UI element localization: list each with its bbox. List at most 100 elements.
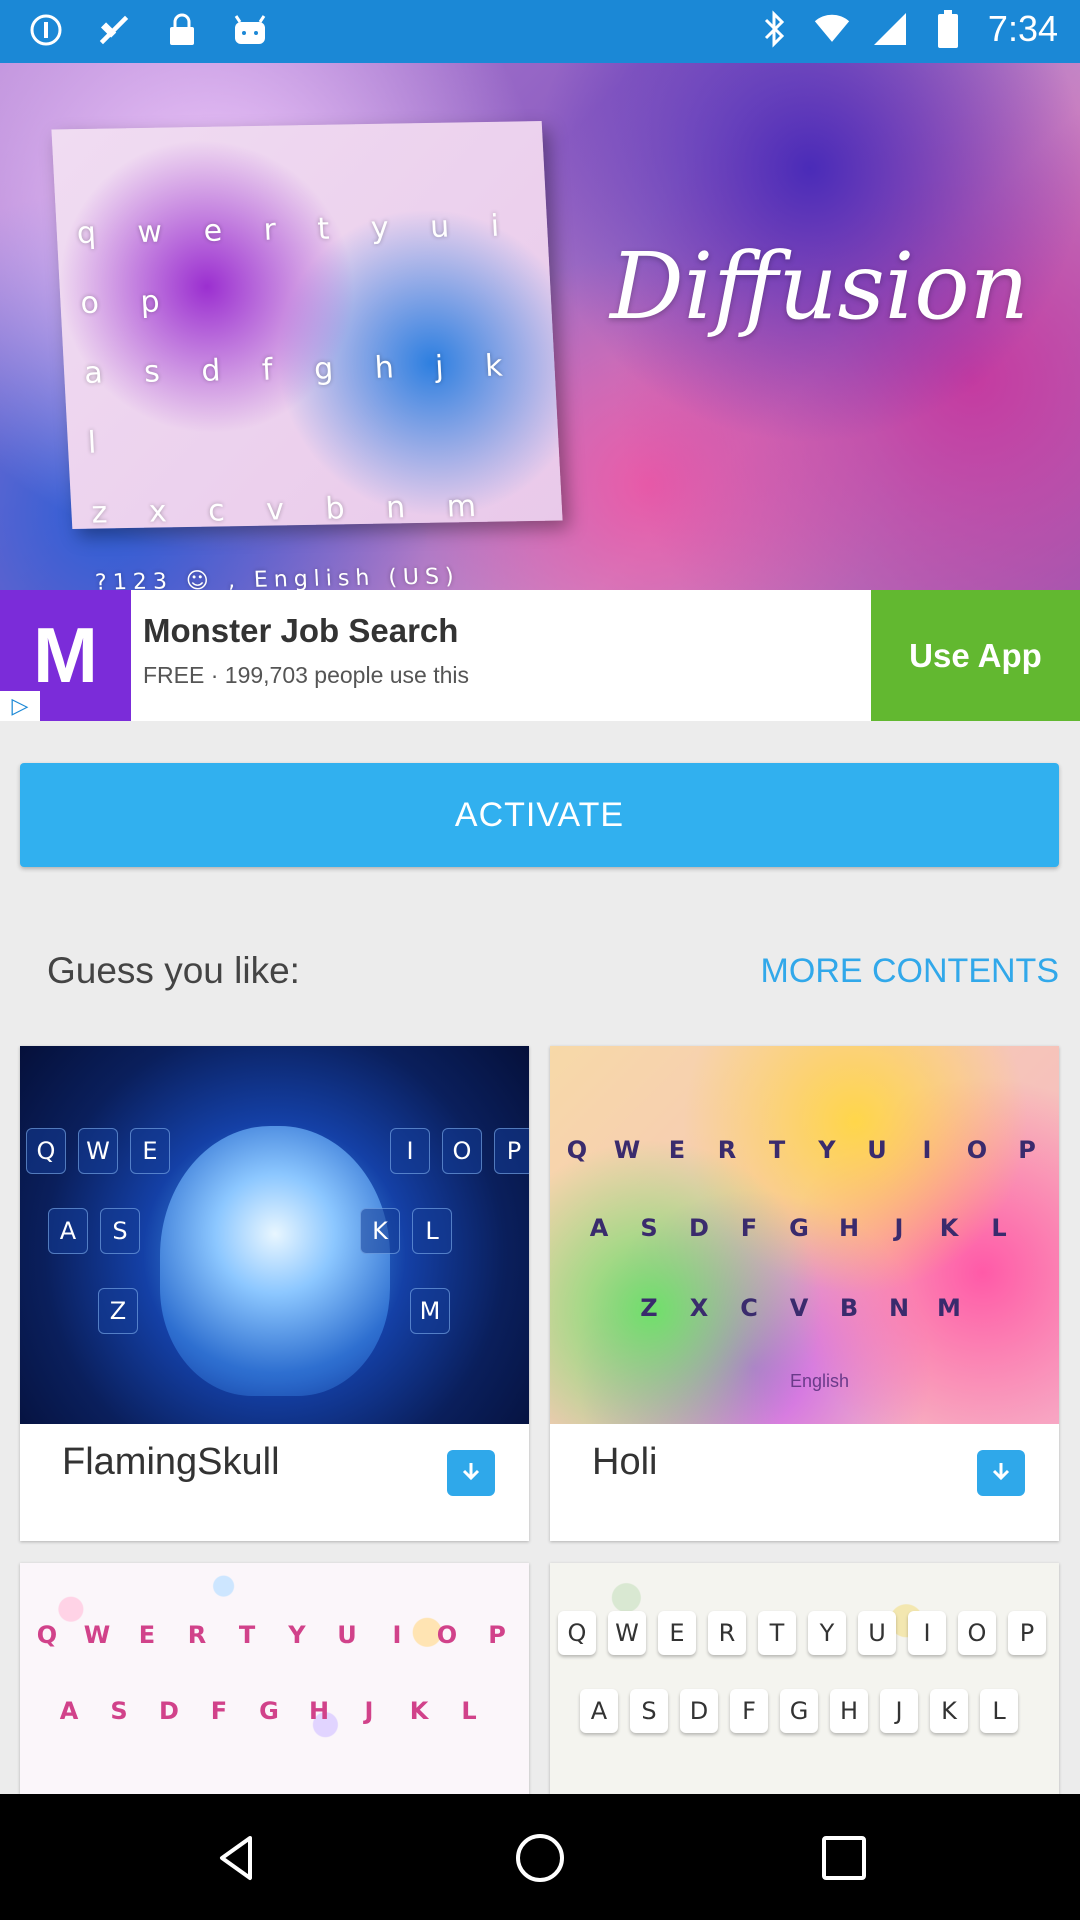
more-contents-link[interactable]: MORE CONTENTS	[761, 952, 1059, 991]
keyboard-row: Q W E R T Y U I O P	[558, 1611, 1046, 1655]
keyboard-row: Q W E R T Y U I O P	[558, 1128, 1046, 1172]
key: J	[880, 1689, 918, 1733]
key: A	[580, 1689, 618, 1733]
bluetooth-icon	[756, 10, 792, 48]
key: Q	[36, 1621, 58, 1649]
keyboard-row: A S D F G H J K L	[580, 1206, 1018, 1250]
key: T	[238, 1621, 256, 1649]
key: Z	[98, 1288, 138, 1334]
key: K	[930, 1689, 968, 1733]
key: Y	[288, 1621, 306, 1649]
key: O	[958, 1611, 996, 1655]
theme-card-floral[interactable]: Q W E R T Y U I O P A S D F G H J K L	[550, 1563, 1059, 1794]
back-icon[interactable]	[210, 1832, 262, 1884]
key: L	[991, 1214, 1007, 1242]
key: J	[894, 1214, 904, 1242]
android-icon	[232, 12, 268, 48]
key: K	[360, 1208, 400, 1254]
key: E	[668, 1136, 686, 1164]
recents-icon[interactable]	[818, 1832, 870, 1884]
clock: 7:34	[987, 8, 1058, 49]
key: F	[740, 1214, 758, 1242]
theme-name: FlamingSkull	[62, 1441, 280, 1483]
keyboard-row: A S D F G H J K L	[50, 1689, 488, 1733]
battery-icon	[930, 10, 966, 48]
key: W	[608, 1611, 646, 1655]
key: S	[100, 1208, 140, 1254]
key: O	[966, 1136, 988, 1164]
theme-card-dots[interactable]: Q W E R T Y U I O P A S D F G H J K L	[20, 1563, 529, 1794]
key: T	[768, 1136, 786, 1164]
keyboard-row: q w e r t y u i o p	[75, 208, 517, 321]
key: A	[589, 1214, 609, 1242]
key: Y	[818, 1136, 836, 1164]
key: Z	[640, 1294, 658, 1322]
keyboard-row: Z X C V B N M	[630, 1286, 968, 1330]
theme-banner[interactable]: q w e r t y u i o p a s d f g h j k l z …	[0, 63, 1080, 590]
key: M	[937, 1294, 961, 1322]
ad-choices-icon[interactable]: ▷	[0, 691, 40, 721]
key: S	[110, 1697, 128, 1725]
key: K	[409, 1697, 429, 1725]
system-nav-bar	[0, 1794, 1080, 1920]
keyboard-row: Z X M	[98, 1288, 450, 1334]
key: Q	[558, 1611, 596, 1655]
keyboard-row: z x c v b n m	[90, 488, 493, 531]
theme-thumbnail[interactable]: Q W E R T Y U I O P A S D F G H J K L Z …	[550, 1046, 1059, 1424]
key: V	[789, 1294, 809, 1322]
theme-thumbnail[interactable]: Q W E I O P A S K L Z X	[20, 1046, 529, 1424]
key: E	[130, 1128, 170, 1174]
theme-name: Holi	[592, 1441, 658, 1483]
key: O	[442, 1128, 482, 1174]
key: F	[210, 1697, 228, 1725]
key: W	[78, 1128, 118, 1174]
key: Q	[26, 1128, 66, 1174]
info-circle-icon	[28, 12, 64, 48]
keyboard-row: a s d f g h j k l	[83, 348, 520, 461]
key: L	[412, 1208, 452, 1254]
use-app-button[interactable]: Use App	[871, 590, 1080, 721]
status-bar: 7:34	[0, 0, 1080, 63]
ad-banner[interactable]: M ▷ Monster Job Search FREE · 199,703 pe…	[0, 590, 1080, 721]
key: R	[187, 1621, 207, 1649]
keyboard-row: A S D F G H J K L	[580, 1689, 1018, 1733]
key: I	[922, 1136, 932, 1164]
key: O	[436, 1621, 458, 1649]
theme-card-holi[interactable]: Q W E R T Y U I O P A S D F G H J K L Z …	[550, 1046, 1059, 1541]
key: I	[392, 1621, 402, 1649]
theme-card-flamingskull[interactable]: Q W E I O P A S K L Z X	[20, 1046, 529, 1541]
key: P	[1018, 1136, 1036, 1164]
download-icon[interactable]	[977, 1450, 1025, 1496]
key: G	[780, 1689, 818, 1733]
key: A	[59, 1697, 79, 1725]
key: L	[461, 1697, 477, 1725]
download-icon[interactable]	[447, 1450, 495, 1496]
key: B	[839, 1294, 859, 1322]
key: H	[308, 1697, 330, 1725]
key: W	[83, 1621, 111, 1649]
key: P	[1008, 1611, 1046, 1655]
key: Y	[808, 1611, 846, 1655]
theme-thumbnail[interactable]: Q W E R T Y U I O P A S D F G H J K L	[20, 1563, 529, 1794]
key: N	[888, 1294, 910, 1322]
key: G	[789, 1214, 809, 1242]
key: H	[838, 1214, 860, 1242]
keyboard-row: A S K L	[48, 1208, 452, 1254]
home-icon[interactable]	[514, 1832, 566, 1884]
ad-app-name: Monster Job Search	[143, 612, 459, 649]
ad-app-meta: FREE · 199,703 people use this	[143, 662, 470, 688]
key: L	[980, 1689, 1018, 1733]
key: S	[630, 1689, 668, 1733]
key: X	[689, 1294, 709, 1322]
signal-icon	[872, 11, 908, 47]
activate-button[interactable]: ACTIVATE	[20, 763, 1059, 867]
keyboard-row: Q W E I O P	[26, 1128, 529, 1174]
key: D	[689, 1214, 709, 1242]
banner-title: Diffusion	[610, 233, 1029, 340]
key: U	[867, 1136, 887, 1164]
key: P	[494, 1128, 529, 1174]
theme-thumbnail[interactable]: Q W E R T Y U I O P A S D F G H J K L	[550, 1563, 1059, 1794]
key: S	[640, 1214, 658, 1242]
fake-gps-icon	[96, 12, 132, 48]
language-label: English	[790, 1371, 850, 1391]
